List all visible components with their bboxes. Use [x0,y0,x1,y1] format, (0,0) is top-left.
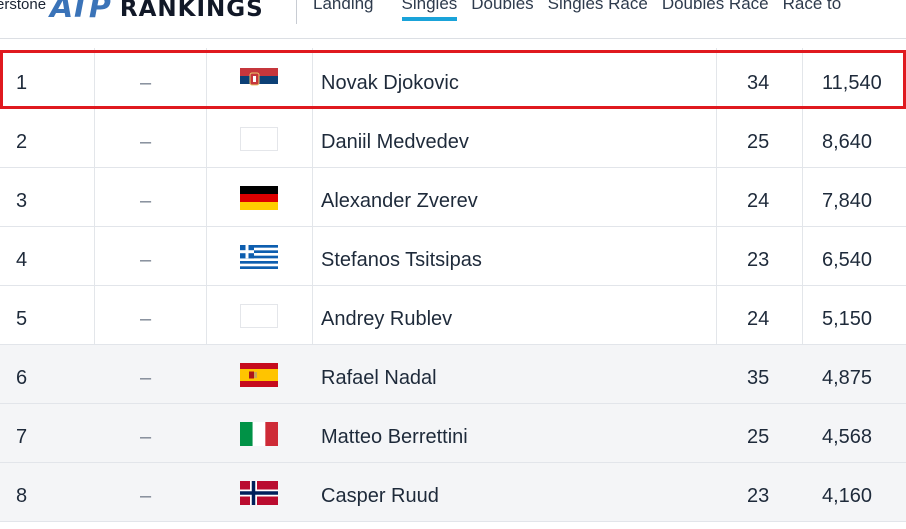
points-link[interactable]: 8,640 [822,109,872,167]
italy-flag-icon [240,422,278,446]
rank-cell: 1 [16,72,28,94]
age-cell: 25 [747,131,770,153]
spain-flag-icon [240,363,278,387]
points-link[interactable]: 4,568 [822,404,872,462]
norway-flag-icon [240,481,278,505]
player-name-link[interactable]: Daniil Medvedev [321,109,469,167]
player-name-link[interactable]: Stefanos Tsitsipas [321,227,482,285]
tab-race-to[interactable]: Race to [783,0,842,20]
player-name-link[interactable]: Matteo Berrettini [321,404,468,462]
table-row[interactable]: 8 – Casper Ruud 23 4,160 [0,463,906,522]
player-name-link[interactable]: Rafael Nadal [321,345,437,403]
table-row[interactable]: 4 – Stefanos Tsitsipas 23 6,540 [0,227,906,286]
points-link[interactable]: 5,150 [822,286,872,344]
move-cell: – [140,190,152,212]
serbia-flag-icon [240,68,278,92]
table-row[interactable]: 7 – Matteo Berrettini 25 4,568 [0,404,906,463]
player-name-link[interactable]: Andrey Rublev [321,286,452,344]
rankings-nav: Landing Singles Doubles Singles Race Dou… [313,0,856,21]
table-row[interactable]: 6 – Rafael Nadal 35 4,875 [0,345,906,404]
age-cell: 25 [747,426,770,448]
blank-flag-icon [240,127,278,151]
player-name-link[interactable]: Casper Ruud [321,463,439,521]
rank-cell: 3 [16,190,28,212]
rank-cell: 2 [16,131,28,153]
rank-cell: 5 [16,308,28,330]
age-cell: 23 [747,249,770,271]
move-cell: – [140,367,152,389]
germany-flag-icon [240,186,278,210]
tab-doubles[interactable]: Doubles [471,0,533,20]
rank-cell: 8 [16,485,28,507]
tab-singles[interactable]: Singles [401,0,457,21]
age-cell: 35 [747,367,770,389]
rankings-table: 1 – Novak Djokovic 34 11,540 2 – Daniil … [0,50,906,522]
rank-cell: 4 [16,249,28,271]
player-name-link[interactable]: Novak Djokovic [321,50,459,108]
move-cell: – [140,485,152,507]
move-cell: – [140,308,152,330]
header-divider [296,0,297,24]
move-cell: – [140,426,152,448]
points-link[interactable]: 4,875 [822,345,872,403]
move-cell: – [140,131,152,153]
points-link[interactable]: 11,540 [822,50,882,108]
greece-flag-icon [240,245,278,269]
tab-landing[interactable]: Landing [313,0,374,20]
age-cell: 24 [747,190,770,212]
blank-flag-icon [240,304,278,328]
table-row[interactable]: 5 – Andrey Rublev 24 5,150 [0,286,906,345]
move-cell: – [140,249,152,271]
page-title: RANKINGS [119,0,264,22]
points-link[interactable]: 4,160 [822,463,872,521]
table-row[interactable]: 1 – Novak Djokovic 34 11,540 [0,50,906,109]
rank-cell: 7 [16,426,28,448]
atp-logo[interactable]: ATP [50,0,111,25]
age-cell: 23 [747,485,770,507]
age-cell: 24 [747,308,770,330]
site-header: erstone ATP RANKINGS Landing Singles Dou… [0,0,906,39]
rank-cell: 6 [16,367,28,389]
table-row[interactable]: 2 – Daniil Medvedev 25 8,640 [0,109,906,168]
sponsor-text: erstone [0,0,47,13]
points-link[interactable]: 7,840 [822,168,872,226]
table-row[interactable]: 3 – Alexander Zverev 24 7,840 [0,168,906,227]
age-cell: 34 [747,72,770,94]
brand[interactable]: erstone ATP RANKINGS [0,0,264,25]
move-cell: – [140,72,152,94]
player-name-link[interactable]: Alexander Zverev [321,168,478,226]
tab-singles-race[interactable]: Singles Race [548,0,648,20]
points-link[interactable]: 6,540 [822,227,872,285]
tab-doubles-race[interactable]: Doubles Race [662,0,769,20]
